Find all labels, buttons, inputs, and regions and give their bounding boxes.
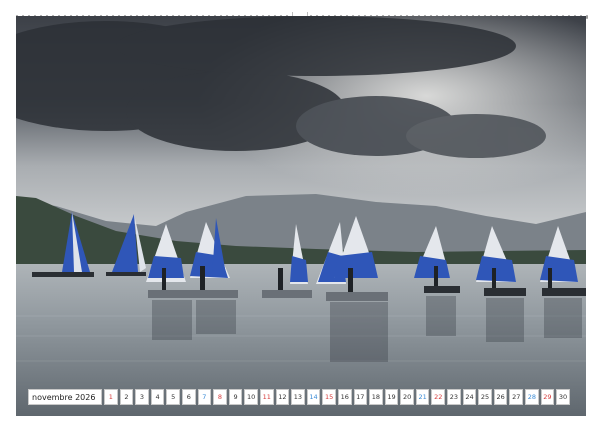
month-name: novembre bbox=[32, 392, 73, 402]
day-cell: 20 bbox=[400, 389, 414, 405]
day-cell: 16 bbox=[337, 389, 352, 405]
day-cell: 29 bbox=[540, 389, 555, 405]
day-cell: 5 bbox=[166, 389, 180, 405]
day-cell: 25 bbox=[478, 389, 492, 405]
day-cell: 15 bbox=[322, 389, 336, 405]
day-cell: 7 bbox=[197, 389, 212, 405]
month-label: novembre 2026 bbox=[28, 389, 102, 405]
day-cell: 4 bbox=[150, 389, 165, 405]
day-cell: 1 bbox=[104, 389, 118, 405]
day-cell: 30 bbox=[556, 389, 570, 405]
lake-scene bbox=[16, 16, 586, 416]
day-cell: 21 bbox=[415, 389, 430, 405]
day-cell: 27 bbox=[509, 389, 524, 405]
day-cell: 23 bbox=[447, 389, 461, 405]
day-cell: 3 bbox=[135, 389, 149, 405]
day-cell: 8 bbox=[213, 389, 227, 405]
day-cell: 10 bbox=[244, 389, 258, 405]
day-cell: 18 bbox=[369, 389, 383, 405]
day-cell: 13 bbox=[291, 389, 305, 405]
day-cell: 12 bbox=[275, 389, 290, 405]
day-cell: 11 bbox=[259, 389, 274, 405]
day-cell: 14 bbox=[306, 389, 321, 405]
day-cell: 24 bbox=[462, 389, 477, 405]
day-cell: 17 bbox=[353, 389, 368, 405]
day-cell: 22 bbox=[431, 389, 446, 405]
day-cell: 6 bbox=[181, 389, 196, 405]
month-calendar-strip: novembre 2026 1 2 3 4 5 6 7 8 9 10 11 12 13 14 15 16 17 1… bbox=[28, 389, 572, 405]
binding-ring bbox=[586, 15, 588, 19]
day-cell: 19 bbox=[384, 389, 399, 405]
day-cell: 28 bbox=[525, 389, 539, 405]
calendar-photo bbox=[16, 16, 586, 416]
day-cell: 9 bbox=[228, 389, 243, 405]
year-label: 2026 bbox=[75, 392, 96, 402]
day-cell: 2 bbox=[119, 389, 134, 405]
day-cell: 26 bbox=[493, 389, 508, 405]
